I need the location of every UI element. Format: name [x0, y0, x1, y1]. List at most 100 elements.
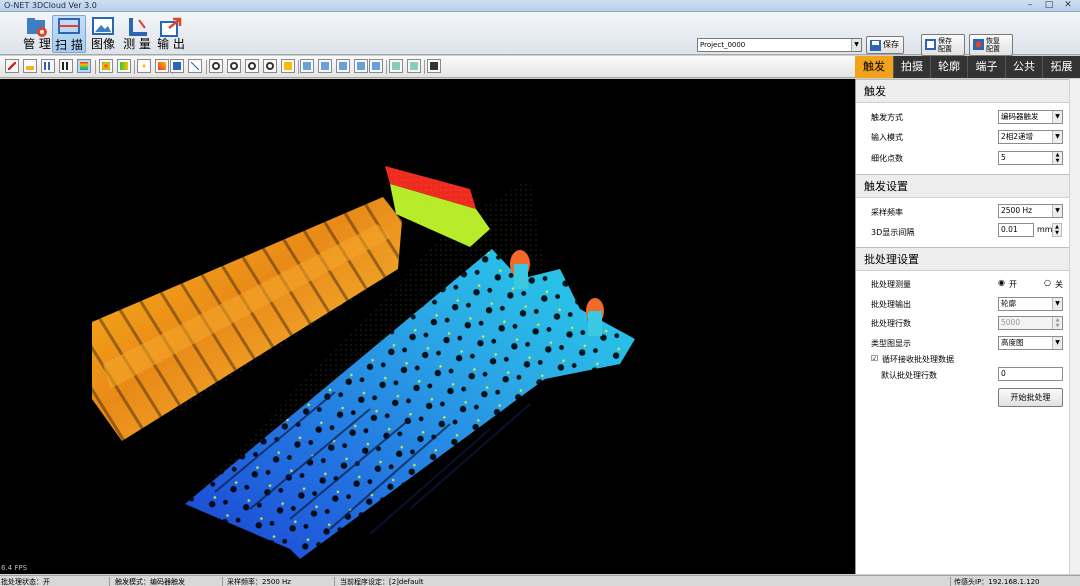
input-mode-select[interactable]: 2相2递增 ▼ — [998, 130, 1063, 144]
zoom-in-icon[interactable] — [209, 59, 223, 73]
surface-icon[interactable] — [155, 59, 169, 73]
zoom-region-icon[interactable] — [263, 59, 277, 73]
display-interval-spinbox[interactable]: 0.01 — [998, 223, 1034, 237]
status-bar: 批处理状态：开 触发模式：编码器触发 采样频率：2500 Hz 当前程序设定：[… — [0, 575, 1080, 586]
status-batch-state: 批处理状态：开 — [1, 578, 50, 586]
maximize-button[interactable]: □ — [1041, 1, 1057, 11]
batch-measure-off-radio[interactable]: ○ — [1044, 278, 1051, 287]
status-program: 当前程序设定：[2]default — [340, 578, 424, 586]
view-side-icon[interactable] — [336, 59, 350, 73]
zoom-fit-icon[interactable] — [245, 59, 259, 73]
tab-trigger[interactable]: 触发 — [855, 56, 893, 78]
gear-folder-icon — [27, 18, 47, 37]
type-display-select[interactable]: 高度图 ▼ — [998, 336, 1063, 350]
trigger-mode-label: 触发方式 — [871, 113, 903, 122]
color-scale-icon[interactable] — [117, 59, 131, 73]
batch-measure-on-label: 开 — [1009, 280, 1017, 289]
view-iso-icon[interactable] — [354, 59, 368, 73]
toolbar-separator — [95, 60, 96, 74]
ribbon-measure-label: 测 量 — [123, 37, 151, 51]
chevron-down-icon: ▼ — [1052, 298, 1062, 310]
status-sample-rate: 采样频率：2500 Hz — [227, 578, 291, 586]
image-icon — [92, 17, 114, 35]
zoom-out-icon[interactable] — [227, 59, 241, 73]
sample-rate-value: 2500 Hz — [1001, 206, 1033, 215]
view-front-icon[interactable] — [300, 59, 314, 73]
spin-arrows-icon[interactable]: ▲ ▼ — [1052, 152, 1062, 164]
export-image-icon[interactable] — [407, 59, 421, 73]
panel-scrollbar[interactable] — [1069, 79, 1080, 574]
tab-common[interactable]: 公共 — [1005, 56, 1042, 78]
ribbon-image-button[interactable]: 图像 — [86, 15, 120, 53]
minimize-button[interactable]: – — [1022, 1, 1038, 11]
view-heightmap-icon[interactable] — [77, 59, 91, 73]
view-mountain-icon[interactable] — [23, 59, 37, 73]
main-ribbon: 管 理 扫 描 图像 测 量 输 出 Project_0000 ▼ 保存 保存 … — [0, 12, 1080, 56]
save-view-icon[interactable] — [170, 59, 184, 73]
settings-icon[interactable] — [427, 59, 441, 73]
trigger-mode-select[interactable]: 编码器触发 ▼ — [998, 110, 1063, 124]
ribbon-manage-label: 管 理 — [23, 37, 51, 51]
batch-measure-on-radio[interactable]: ◉ — [998, 278, 1005, 287]
default-rows-value: 0 — [1001, 369, 1006, 378]
view-top-icon[interactable] — [318, 59, 332, 73]
subdiv-value: 5 — [1001, 153, 1006, 162]
view-bars-icon[interactable] — [41, 59, 55, 73]
save-button[interactable]: 保存 — [866, 36, 904, 54]
status-trigger-mode: 触发模式：编码器触发 — [115, 578, 185, 586]
default-rows-input[interactable]: 0 — [998, 367, 1063, 381]
tab-terminal[interactable]: 端子 — [967, 56, 1005, 78]
tab-capture[interactable]: 拍摄 — [893, 56, 930, 78]
loop-receive-checkbox[interactable]: ☑ — [871, 354, 878, 363]
project-select[interactable]: Project_0000 ▼ — [697, 38, 862, 52]
status-divider — [334, 577, 335, 586]
chevron-down-icon: ▼ — [851, 39, 861, 51]
scan-icon — [58, 18, 80, 34]
color-palette-icon[interactable] — [99, 59, 113, 73]
tab-profile[interactable]: 轮廓 — [930, 56, 967, 78]
spin-arrows-icon[interactable]: ▲ ▼ — [1052, 223, 1062, 237]
ribbon-measure-button[interactable]: 测 量 — [120, 15, 154, 53]
type-display-value: 高度图 — [1001, 338, 1024, 347]
ribbon-image-label: 图像 — [90, 37, 115, 51]
ribbon-scan-button[interactable]: 扫 描 — [52, 15, 86, 53]
view-columns-icon[interactable] — [59, 59, 73, 73]
window-titlebar: O-NET 3DCloud Ver 3.0 – □ ✕ — [0, 0, 1080, 12]
pan-icon[interactable] — [281, 59, 295, 73]
input-mode-label: 输入模式 — [871, 133, 903, 142]
screenshot-icon[interactable] — [389, 59, 403, 73]
type-display-label: 类型图显示 — [871, 339, 911, 348]
view-reset-icon[interactable] — [369, 59, 383, 73]
view-toolbar — [0, 56, 855, 78]
save-config-icon — [925, 39, 936, 50]
trigger-section-header: 触发 — [856, 79, 1069, 103]
default-rows-label: 默认批处理行数 — [881, 371, 937, 380]
view-profile-icon[interactable] — [5, 59, 19, 73]
window-title: O-NET 3DCloud Ver 3.0 — [4, 1, 97, 10]
ruler-icon — [129, 18, 147, 36]
subdiv-spinbox[interactable]: 5 ▲ ▼ — [998, 151, 1063, 165]
restore-config-button[interactable]: 恢复 配置 — [969, 34, 1013, 56]
toolbar-separator — [424, 60, 425, 74]
toolbar-separator — [386, 60, 387, 74]
tab-extension[interactable]: 拓展 — [1042, 56, 1080, 78]
batch-output-label: 批处理输出 — [871, 300, 911, 309]
close-button[interactable]: ✕ — [1060, 1, 1076, 11]
point-cloud-viewport[interactable]: 6.4 FPS — [0, 79, 855, 574]
spin-arrows-icon[interactable]: ▲ ▼ — [1052, 317, 1062, 329]
edit-view-icon[interactable] — [188, 59, 202, 73]
status-divider — [222, 577, 223, 586]
save-config-button[interactable]: 保存 配置 — [921, 34, 965, 56]
ribbon-export-button[interactable]: 输 出 — [154, 15, 188, 53]
input-mode-value: 2相2递增 — [1001, 132, 1034, 141]
batch-rows-spinbox[interactable]: 5000 ▲ ▼ — [998, 316, 1063, 330]
ribbon-manage-button[interactable]: 管 理 — [20, 15, 54, 53]
sample-rate-select[interactable]: 2500 Hz ▼ — [998, 204, 1063, 218]
ribbon-scan-label: 扫 描 — [55, 38, 83, 52]
start-batch-button[interactable]: 开始批处理 — [998, 388, 1063, 407]
point-cloud-icon[interactable] — [137, 59, 151, 73]
trigger-mode-value: 编码器触发 — [1001, 112, 1039, 121]
restore-config-icon — [973, 39, 984, 50]
batch-output-select[interactable]: 轮廓 ▼ — [998, 297, 1063, 311]
fps-readout: 6.4 FPS — [1, 564, 28, 572]
